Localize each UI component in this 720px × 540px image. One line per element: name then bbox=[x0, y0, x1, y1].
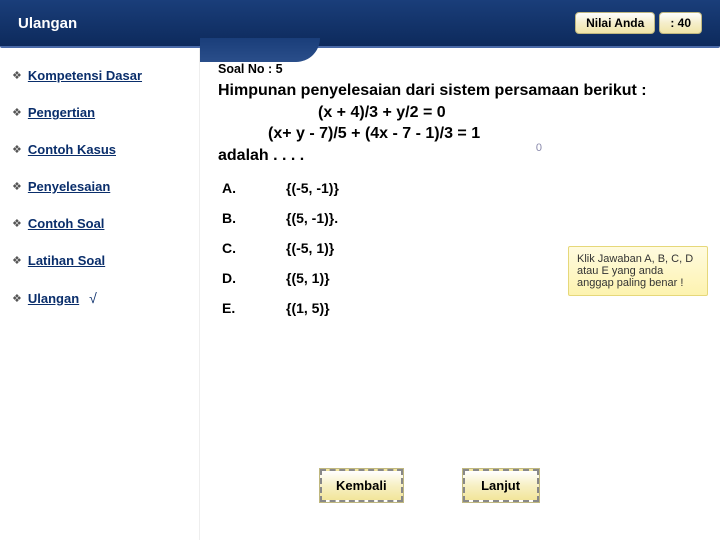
sidebar-item-contoh-soal[interactable]: ❖ Contoh Soal bbox=[12, 216, 187, 231]
main-area: ❖ Kompetensi Dasar ❖ Pengertian ❖ Contoh… bbox=[0, 48, 720, 540]
next-button[interactable]: Lanjut bbox=[463, 469, 539, 502]
sidebar-item-label[interactable]: Contoh Soal bbox=[28, 216, 105, 231]
question-line-3: (x+ y - 7)/5 + (4x - 7 - 1)/3 = 1 bbox=[218, 123, 702, 145]
question-line-2: (x + 4)/3 + y/2 = 0 bbox=[218, 102, 702, 124]
sidebar-item-label[interactable]: Latihan Soal bbox=[28, 253, 105, 268]
nav-buttons: Kembali Lanjut bbox=[320, 469, 539, 502]
sidebar-item-ulangan[interactable]: ❖ Ulangan √ bbox=[12, 290, 187, 306]
small-badge: 0 bbox=[536, 142, 542, 154]
sidebar-item-penyelesaian[interactable]: ❖ Penyelesaian bbox=[12, 179, 187, 194]
sidebar: ❖ Kompetensi Dasar ❖ Pengertian ❖ Contoh… bbox=[0, 48, 200, 540]
option-letter: C. bbox=[222, 240, 244, 256]
option-letter: D. bbox=[222, 270, 244, 286]
sidebar-item-label[interactable]: Pengertian bbox=[28, 105, 95, 120]
hint-box: Klik Jawaban A, B, C, D atau E yang anda… bbox=[568, 246, 708, 296]
back-button[interactable]: Kembali bbox=[320, 469, 403, 502]
diamond-bullet-icon: ❖ bbox=[12, 69, 22, 82]
option-a[interactable]: A. {(-5, -1)} bbox=[218, 180, 702, 196]
header-bar: Ulangan Nilai Anda : 40 bbox=[0, 0, 720, 48]
diamond-bullet-icon: ❖ bbox=[12, 254, 22, 267]
score-display: Nilai Anda : 40 bbox=[575, 12, 702, 34]
score-label: Nilai Anda bbox=[575, 12, 655, 34]
question-line-4: adalah . . . . bbox=[218, 147, 304, 164]
diamond-bullet-icon: ❖ bbox=[12, 143, 22, 156]
option-text: {(1, 5)} bbox=[286, 300, 330, 316]
option-letter: E. bbox=[222, 300, 244, 316]
diamond-bullet-icon: ❖ bbox=[12, 180, 22, 193]
sidebar-item-kompetensi-dasar[interactable]: ❖ Kompetensi Dasar bbox=[12, 68, 187, 83]
option-letter: B. bbox=[222, 210, 244, 226]
sidebar-item-pengertian[interactable]: ❖ Pengertian bbox=[12, 105, 187, 120]
option-letter: A. bbox=[222, 180, 244, 196]
option-text: {(-5, 1)} bbox=[286, 240, 334, 256]
option-text: {(5, -1)}. bbox=[286, 210, 338, 226]
score-value: : 40 bbox=[659, 12, 702, 34]
check-icon: √ bbox=[89, 290, 97, 306]
option-b[interactable]: B. {(5, -1)}. bbox=[218, 210, 702, 226]
header-swoosh-decor bbox=[200, 38, 320, 62]
sidebar-item-label[interactable]: Penyelesaian bbox=[28, 179, 110, 194]
option-text: {(5, 1)} bbox=[286, 270, 330, 286]
question-line-1: Himpunan penyelesaian dari sistem persam… bbox=[218, 82, 647, 99]
option-text: {(-5, -1)} bbox=[286, 180, 339, 196]
diamond-bullet-icon: ❖ bbox=[12, 106, 22, 119]
question-number: Soal No : 5 bbox=[218, 62, 702, 76]
sidebar-item-label[interactable]: Contoh Kasus bbox=[28, 142, 116, 157]
content-panel: Soal No : 5 Himpunan penyelesaian dari s… bbox=[200, 48, 720, 540]
sidebar-item-label[interactable]: Ulangan bbox=[28, 291, 79, 306]
diamond-bullet-icon: ❖ bbox=[12, 292, 22, 305]
page-title: Ulangan bbox=[18, 15, 77, 32]
sidebar-item-latihan-soal[interactable]: ❖ Latihan Soal bbox=[12, 253, 187, 268]
sidebar-item-label[interactable]: Kompetensi Dasar bbox=[28, 68, 142, 83]
sidebar-item-contoh-kasus[interactable]: ❖ Contoh Kasus bbox=[12, 142, 187, 157]
diamond-bullet-icon: ❖ bbox=[12, 217, 22, 230]
option-e[interactable]: E. {(1, 5)} bbox=[218, 300, 702, 316]
question-text: Himpunan penyelesaian dari sistem persam… bbox=[218, 80, 702, 166]
